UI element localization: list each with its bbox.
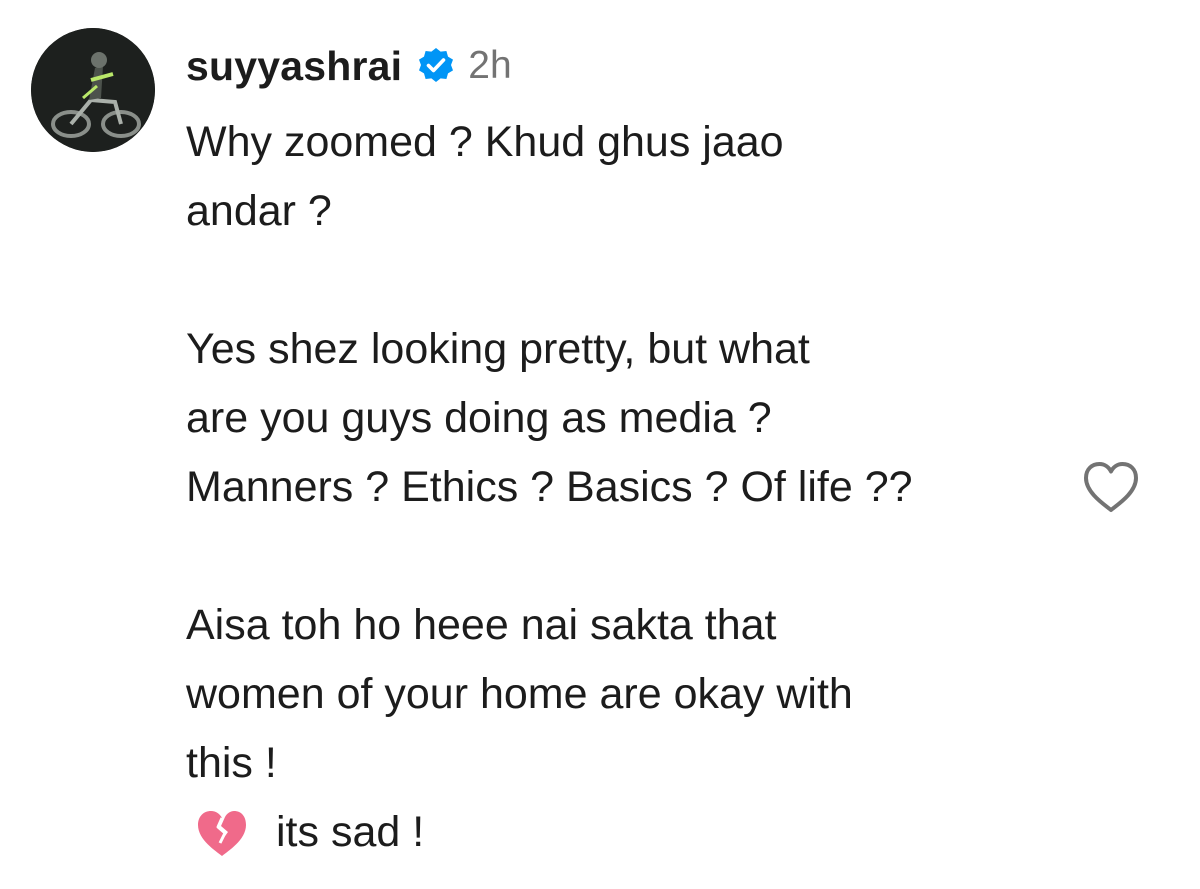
closing-text: its sad ! [276, 808, 425, 856]
comment-content: suyyashrai 2h Why zoomed ? Khud ghus jaa… [186, 40, 1066, 867]
paragraph-break [186, 522, 1066, 591]
avatar[interactable] [31, 28, 155, 152]
comment-line: Why zoomed ? Khud ghus jaao [186, 118, 784, 166]
comment-line: women of your home are okay with [186, 670, 853, 718]
comment-timestamp: 2h [468, 44, 512, 87]
username-link[interactable]: suyyashrai [186, 43, 402, 90]
comment-text: Why zoomed ? Khud ghus jaao andar ? Yes … [186, 108, 1066, 867]
comment: suyyashrai 2h Why zoomed ? Khud ghus jaa… [0, 0, 1200, 889]
comment-line: Aisa toh ho heee nai sakta that [186, 601, 777, 649]
avatar-photo [31, 28, 155, 152]
comment-line: Manners ? Ethics ? Basics ? Of life ?? [186, 463, 913, 511]
heart-outline-icon [1084, 462, 1138, 512]
broken-heart-icon [194, 808, 250, 858]
paragraph-break [186, 246, 1066, 315]
like-button[interactable] [1081, 460, 1141, 514]
comment-line: are you guys doing as media ? [186, 394, 772, 442]
verified-badge-icon [416, 46, 456, 86]
comment-line: this ! [186, 739, 277, 787]
comment-header: suyyashrai 2h [186, 40, 1066, 92]
comment-line: Yes shez looking pretty, but what [186, 325, 810, 373]
comment-line: andar ? [186, 187, 332, 235]
comment-closing-line: its sad ! [186, 798, 1066, 867]
